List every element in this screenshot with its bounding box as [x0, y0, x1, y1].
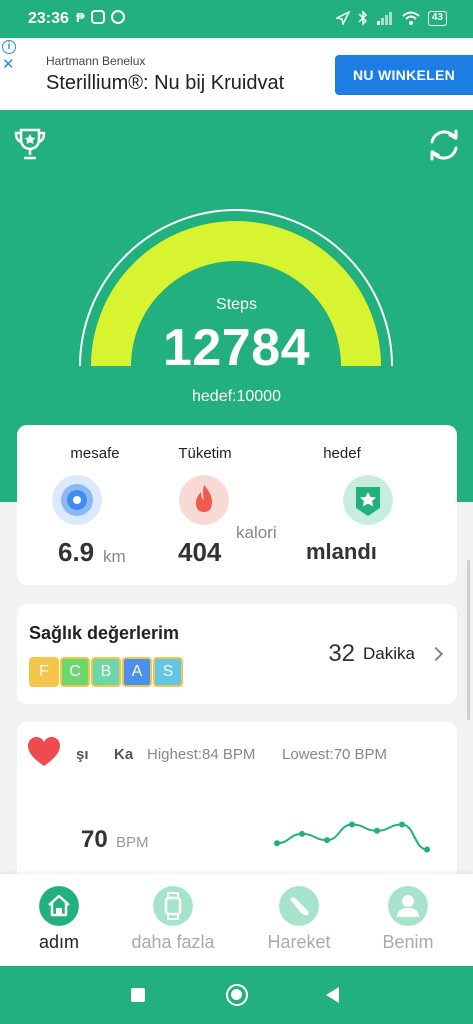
instagram-icon — [90, 10, 105, 24]
health-card[interactable]: Sağlık değerlerim F C B A S 32 Dakika — [17, 604, 457, 704]
steps-value: 12784 — [162, 319, 311, 377]
grade-a: A — [122, 657, 152, 687]
stat-distance-unit: km — [103, 547, 126, 566]
refresh-icon[interactable] — [425, 126, 463, 164]
status-system-icons: 43 — [335, 10, 447, 26]
location-icon — [335, 11, 350, 25]
ad-cta-button[interactable]: NU WINKELEN — [335, 55, 473, 95]
flame-icon — [179, 475, 229, 525]
ad-banner[interactable]: Hartmann Benelux Sterillium®: Nu bij Kru… — [0, 38, 473, 110]
heart-tab-1[interactable]: şı — [76, 746, 89, 763]
ad-controls: i ✕ — [0, 40, 18, 74]
shoe-icon — [279, 886, 319, 926]
bottom-nav: adım daha fazla Hareket Benim — [0, 874, 473, 966]
nav-item-home[interactable]: adım — [0, 874, 118, 966]
nav-label-profile: Benim — [382, 932, 434, 952]
stat-calories-unit: kalori — [236, 523, 277, 542]
notification-icon: ₱ — [76, 10, 85, 25]
stat-calories-value: 404 — [178, 537, 222, 567]
wifi-icon — [402, 11, 420, 25]
pinterest-icon — [110, 10, 125, 24]
stat-distance-value: 6.9 — [58, 537, 95, 567]
nav-item-profile[interactable]: Benim — [349, 874, 467, 966]
watch-icon — [153, 886, 193, 926]
heart-rate-chart — [274, 821, 430, 853]
person-icon — [388, 886, 428, 926]
ad-info-icon[interactable]: i — [2, 40, 16, 54]
heart-rate-point — [349, 821, 355, 828]
grade-c: C — [60, 657, 90, 687]
status-bar: 23:36 ₱ 43 — [0, 0, 473, 38]
ad-company: Hartmann Benelux — [46, 54, 146, 68]
battery-icon: 43 — [427, 10, 447, 26]
health-minutes-row[interactable]: 32 Dakika — [328, 640, 444, 668]
nav-label-activity: Hareket — [267, 932, 331, 952]
stat-goal-value: mlandı — [306, 539, 377, 564]
heart-highest: Highest:84 BPM — [147, 746, 256, 763]
grade-s: S — [153, 657, 183, 687]
nav-item-activity[interactable]: Hareket — [240, 874, 358, 966]
heart-tab-2[interactable]: Ka — [114, 746, 133, 763]
steps-label: Steps — [216, 296, 257, 313]
stat-goal-title: hedef — [323, 445, 361, 462]
stat-calories-title: Tüketim — [178, 445, 232, 462]
heart-lowest: Lowest:70 BPM — [282, 746, 388, 763]
home-icon — [39, 886, 79, 926]
heart-rate-point — [274, 840, 280, 847]
location-pin-icon — [52, 475, 102, 525]
ad-close-icon[interactable]: ✕ — [2, 57, 15, 73]
nav-label-more: daha fazla — [131, 932, 215, 952]
signal-icon — [376, 12, 392, 25]
trophy-icon[interactable] — [12, 126, 48, 162]
stats-card: mesafe 6.9 km Tüketim 404 kalori hedef m… — [17, 425, 457, 585]
system-nav-bar — [0, 966, 473, 1024]
nav-item-more[interactable]: daha fazla — [114, 874, 232, 966]
stat-goal[interactable]: hedef mlandı — [294, 425, 440, 585]
status-app-icons: ₱ — [76, 10, 125, 25]
health-grades: F C B A S — [29, 657, 183, 687]
heart-unit: BPM — [116, 834, 149, 851]
heart-icon — [28, 737, 60, 766]
heart-rate-line — [276, 823, 428, 851]
back-icon[interactable] — [326, 987, 339, 1003]
heart-rate-point — [424, 846, 430, 853]
scrollbar[interactable] — [467, 560, 470, 720]
heart-rate-point — [299, 830, 305, 837]
chevron-right-icon[interactable] — [428, 646, 444, 662]
nav-label-home: adım — [38, 932, 80, 952]
health-minutes-unit: Dakika — [363, 644, 415, 663]
goal-label[interactable]: hedef:10000 — [0, 388, 473, 406]
bluetooth-icon — [358, 10, 367, 26]
heart-rate-point — [399, 821, 405, 828]
recents-icon[interactable] — [131, 988, 145, 1002]
home-button-icon[interactable] — [226, 984, 248, 1006]
status-time: 23:36 — [28, 10, 69, 27]
health-title: Sağlık değerlerim — [29, 623, 180, 643]
ad-headline[interactable]: Sterillium®: Nu bij Kruidvat — [46, 72, 284, 95]
grade-f: F — [29, 657, 59, 687]
flag-badge-icon — [343, 475, 393, 525]
heart-rate-point — [324, 837, 330, 844]
heart-value: 70 — [81, 826, 108, 853]
heart-rate-point — [374, 827, 380, 834]
health-minutes: 32 — [328, 640, 356, 667]
grade-b: B — [91, 657, 121, 687]
